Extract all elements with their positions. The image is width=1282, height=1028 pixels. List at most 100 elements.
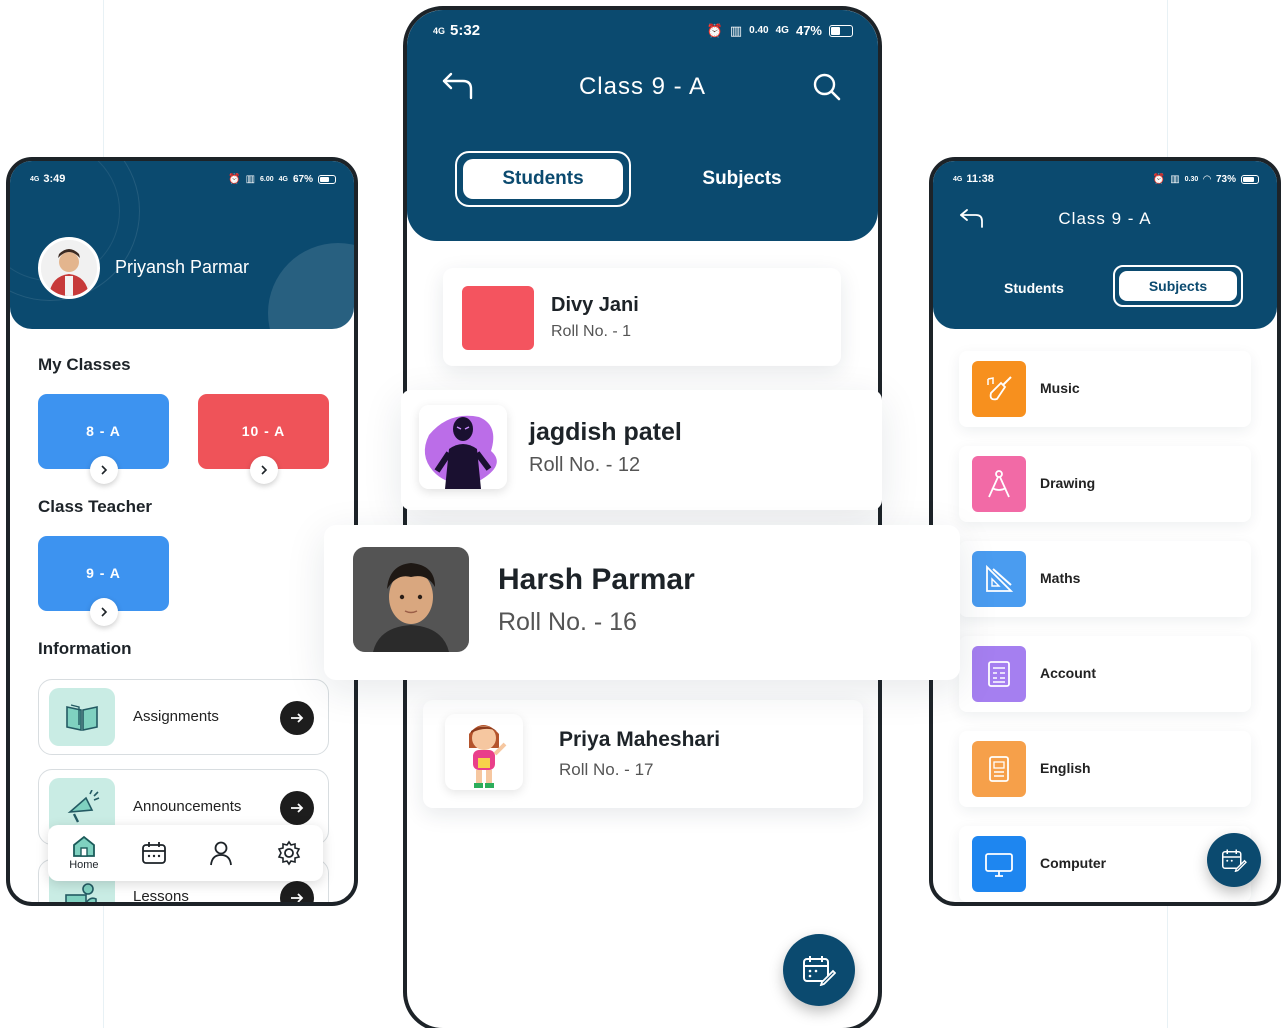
user-icon xyxy=(210,841,233,866)
subject-label: Maths xyxy=(1040,570,1081,586)
tab-subjects[interactable]: Subjects xyxy=(667,159,817,199)
guitar-icon xyxy=(972,361,1026,417)
data-rate: 6.00 xyxy=(260,175,274,183)
students-header: 4G 5:32 ⏰ ▥ 0.40 4G 47% Class 9 - A Stud… xyxy=(407,10,878,241)
battery-icon xyxy=(829,24,853,37)
page-title: Class 9 - A xyxy=(1058,209,1152,228)
calendar-edit-button[interactable] xyxy=(783,934,855,1006)
student-avatar xyxy=(462,286,534,350)
student-card-priya[interactable]: Priya Maheshari Roll No. - 17 xyxy=(423,700,863,808)
monitor-icon xyxy=(972,836,1026,892)
vibrate-icon: ▥ xyxy=(1170,173,1180,185)
subject-item-drawing[interactable]: Drawing xyxy=(959,446,1251,522)
page-title: Class 9 - A xyxy=(578,73,707,100)
subject-item-account[interactable]: Account xyxy=(959,636,1251,712)
compass-icon xyxy=(972,456,1026,512)
calendar-icon xyxy=(142,842,166,864)
alarm-icon: ⏰ xyxy=(1152,173,1166,185)
subject-label: Drawing xyxy=(1040,475,1096,491)
arrow-right-icon[interactable] xyxy=(280,791,314,825)
decor-circle xyxy=(268,243,354,329)
status-bar: 4G 5:32 ⏰ ▥ 0.40 4G 47% xyxy=(433,22,853,39)
battery-icon xyxy=(318,174,336,184)
student-name: jagdish patel xyxy=(529,418,682,446)
subject-item-maths[interactable]: Maths xyxy=(959,541,1251,617)
class-label: 10 - A xyxy=(241,423,286,439)
portrait-photo xyxy=(353,547,469,652)
battery-icon xyxy=(1241,174,1259,184)
student-roll: Roll No. - 12 xyxy=(529,454,641,476)
nav-calendar[interactable] xyxy=(141,841,167,865)
vibrate-icon: ▥ xyxy=(245,173,256,185)
info-label: Assignments xyxy=(133,708,219,725)
battery-percent: 67% xyxy=(292,173,313,185)
student-card-divy[interactable]: Divy Jani Roll No. - 1 xyxy=(443,268,841,366)
arrow-right-icon[interactable] xyxy=(280,881,314,902)
student-roll: Roll No. - 17 xyxy=(559,760,654,779)
battery-percent: 47% xyxy=(795,23,822,38)
home-icon xyxy=(72,835,95,857)
student-avatar xyxy=(445,714,523,790)
alarm-icon: ⏰ xyxy=(228,173,241,185)
calendar-edit-button[interactable] xyxy=(1207,833,1261,887)
class-teacher-title: Class Teacher xyxy=(38,497,153,516)
bottom-nav: Home xyxy=(48,825,323,881)
home-header: 4G 3:49 ⏰ ▥ 6.00 4G 67% Priyansh Parmar xyxy=(10,161,354,329)
battery-percent: 73% xyxy=(1215,173,1236,185)
nav-home[interactable]: Home xyxy=(69,835,99,871)
signal-icon: 4G xyxy=(433,25,446,36)
student-avatar xyxy=(353,547,469,652)
signal-icon: 4G xyxy=(30,175,40,183)
subject-label: Music xyxy=(1040,380,1080,396)
ruler-icon xyxy=(972,551,1026,607)
tab-students[interactable]: Students xyxy=(463,159,623,199)
subject-label: Account xyxy=(1040,665,1096,681)
status-bar: 4G 3:49 ⏰ ▥ 6.00 4G 67% xyxy=(30,173,336,185)
arrow-right-icon[interactable] xyxy=(280,701,314,735)
avatar-illustration xyxy=(41,240,97,296)
phone-subjects-screen: 4G 11:38 ⏰ ▥ 0.30 ◠ 73% Class 9 - A Stud… xyxy=(929,157,1281,906)
wifi-icon: ◠ xyxy=(1203,173,1211,185)
avatar[interactable] xyxy=(38,237,100,299)
student-roll: Roll No. - 16 xyxy=(498,608,637,636)
my-classes-title: My Classes xyxy=(38,355,131,374)
chevron-right-icon[interactable] xyxy=(90,456,118,484)
cartoon-girl-illustration xyxy=(469,725,507,788)
phone-students-screen: 4G 5:32 ⏰ ▥ 0.40 4G 47% Class 9 - A Stud… xyxy=(403,6,882,1028)
signal-label: 4G xyxy=(775,25,789,36)
student-name: Harsh Parmar xyxy=(498,563,695,596)
calendar-edit-icon xyxy=(1222,849,1247,872)
class-label: 8 - A xyxy=(86,423,121,439)
search-icon[interactable] xyxy=(812,72,842,107)
class-label: 9 - A xyxy=(86,565,121,581)
tab-students[interactable]: Students xyxy=(979,273,1089,303)
signal-icon: 4G xyxy=(953,175,963,183)
eng-book-icon xyxy=(972,741,1026,797)
user-name: Priyansh Parmar xyxy=(115,257,250,277)
information-title: Information xyxy=(38,639,132,658)
subject-label: Computer xyxy=(1040,855,1107,871)
student-card-jagdish[interactable]: jagdish patel Roll No. - 12 xyxy=(401,390,882,510)
chevron-right-icon[interactable] xyxy=(90,598,118,626)
chevron-right-icon[interactable] xyxy=(250,456,278,484)
tab-subjects[interactable]: Subjects xyxy=(1119,271,1237,301)
subjects-header: 4G 11:38 ⏰ ▥ 0.30 ◠ 73% Class 9 - A Stud… xyxy=(933,161,1277,329)
status-time: 5:32 xyxy=(450,22,481,39)
info-label: Lessons xyxy=(133,888,189,905)
subject-label: English xyxy=(1040,760,1091,776)
vibrate-icon: ▥ xyxy=(729,22,743,38)
alarm-icon: ⏰ xyxy=(706,22,723,38)
student-roll: Roll No. - 1 xyxy=(551,323,632,340)
info-item-assignments[interactable]: Assignments xyxy=(38,679,329,755)
nav-label: Home xyxy=(69,859,99,871)
status-bar: 4G 11:38 ⏰ ▥ 0.30 ◠ 73% xyxy=(953,173,1259,185)
gear-icon xyxy=(277,840,300,866)
info-label: Announcements xyxy=(133,798,242,815)
status-time: 11:38 xyxy=(966,173,994,185)
signal-label: 4G xyxy=(278,175,288,183)
nav-profile[interactable] xyxy=(209,840,233,866)
subject-item-english[interactable]: English xyxy=(959,731,1251,807)
subject-item-music[interactable]: Music xyxy=(959,351,1251,427)
nav-settings[interactable] xyxy=(276,840,302,866)
student-card-harsh[interactable]: Harsh Parmar Roll No. - 16 xyxy=(324,525,960,680)
